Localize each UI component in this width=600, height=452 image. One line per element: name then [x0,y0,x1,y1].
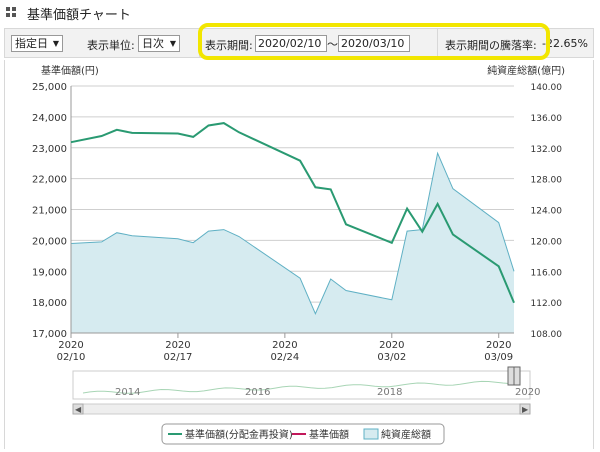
left-tick-label: 21,000 [32,206,67,217]
right-tick-label: 120.00 [531,237,563,247]
left-tick-label: 18,000 [32,298,67,309]
x-tick-year: 2020 [379,340,404,351]
left-tick-label: 17,000 [32,329,67,340]
right-tick-label: 124.00 [531,207,563,217]
period-select[interactable]: 指定日 ▼ [11,35,63,52]
left-tick-label: 20,000 [32,236,67,247]
x-tick-date: 03/02 [377,352,406,363]
navigator-year-label: 2020 [515,387,540,398]
left-tick-label: 24,000 [32,113,67,124]
x-tick-year: 2020 [165,340,190,351]
legend-label: 基準価額(分配金再投資) [185,428,293,441]
legend-label: 純資産総額 [381,428,431,441]
grid-icon [6,7,17,18]
chevron-down-icon: ▼ [169,39,176,48]
right-tick-label: 128.00 [531,176,563,186]
chart-svg: 基準価額(円) 純資産総額(億円) 17,000 18,000 19,000 20,000… [32,64,565,445]
navigator-handle-right [513,366,521,386]
period-select-value: 指定日 [15,37,48,50]
left-axis-title: 基準価額(円) [41,64,99,77]
navigator-handle-left [507,366,515,386]
scroll-left-icon: ◀ [75,405,82,414]
x-tick-year: 2020 [486,340,511,351]
navigator-year-label: 2016 [245,387,270,398]
left-tick-label: 22,000 [32,175,67,186]
assets-area [71,153,514,333]
left-tick-label: 19,000 [32,267,67,278]
right-tick-label: 140.00 [531,83,563,93]
highlight-box [198,23,550,60]
left-tick-label: 23,000 [32,144,67,155]
right-tick-label: 132.00 [531,145,563,155]
scroll-right-icon: ▶ [522,405,529,414]
x-tick-date: 03/09 [484,352,513,363]
x-tick-date: 02/10 [57,352,86,363]
right-tick-label: 108.00 [531,330,563,340]
scrollbar-track [72,403,531,415]
unit-select[interactable]: 日次 ▼ [138,35,180,52]
left-tick-label: 25,000 [32,82,67,93]
fund-chart-page: 基準価額チャート 指定日 ▼ 表示単位: 日次 ▼ 表示期間: 2020/02/… [0,0,600,449]
x-tick-date: 02/17 [164,352,193,363]
right-tick-label: 136.00 [531,114,563,124]
x-tick-date: 02/24 [270,352,299,363]
x-tick-year: 2020 [58,340,83,351]
page-title: 基準価額チャート [27,8,131,23]
unit-select-value: 日次 [142,37,164,50]
unit-label: 表示単位: [87,39,135,52]
chevron-down-icon: ▼ [52,39,59,48]
navigator-year-label: 2014 [115,387,140,398]
navigator-year-label: 2018 [377,387,402,398]
x-tick-year: 2020 [272,340,297,351]
legend-swatch [363,428,379,440]
right-tick-label: 112.00 [531,299,563,309]
navigator-frame [72,370,531,400]
right-axis-title: 純資産総額(億円) [487,64,565,77]
legend-label: 基準価額 [309,428,349,441]
right-tick-label: 116.00 [531,268,563,278]
chart-area: 基準価額(円) 純資産総額(億円) 17,000 18,000 19,000 20,000… [4,60,594,449]
